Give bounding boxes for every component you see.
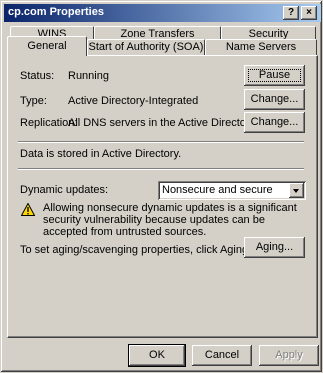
tab-soa[interactable]: Start of Authority (SOA): [87, 39, 205, 56]
close-icon: ×: [306, 7, 312, 18]
dynamic-updates-value: Nonsecure and secure: [162, 184, 273, 196]
separator: [18, 141, 304, 143]
cancel-button[interactable]: Cancel: [192, 345, 252, 366]
help-icon: ?: [287, 7, 295, 18]
ok-button-label: OK: [149, 349, 165, 361]
chevron-down-icon[interactable]: [289, 183, 304, 198]
storage-text: Data is stored in Active Directory.: [20, 148, 182, 160]
dynamic-updates-select[interactable]: Nonsecure and secure: [158, 181, 306, 200]
apply-button-label: Apply: [275, 349, 303, 361]
warning-triangle-icon: [21, 203, 35, 216]
apply-button[interactable]: Apply: [259, 345, 319, 366]
separator: [18, 168, 304, 170]
aging-button[interactable]: Aging...: [244, 237, 305, 258]
type-label: Type:: [20, 95, 47, 107]
help-button[interactable]: ?: [283, 6, 299, 20]
replication-change-button[interactable]: Change...: [244, 112, 305, 133]
status-value: Running: [68, 70, 109, 82]
aging-button-label: Aging...: [255, 241, 294, 253]
type-change-label: Change...: [250, 93, 299, 105]
pause-button[interactable]: Pause: [244, 65, 305, 86]
close-button[interactable]: ×: [301, 6, 317, 20]
type-change-button[interactable]: Change...: [244, 89, 305, 110]
type-value: Active Directory-Integrated: [68, 95, 199, 107]
window-title: cp.com Properties: [8, 6, 104, 18]
ok-button[interactable]: OK: [128, 344, 186, 367]
title-bar[interactable]: cp.com Properties ? ×: [4, 4, 321, 22]
tab-name-servers[interactable]: Name Servers: [205, 39, 317, 56]
aging-text: To set aging/scavenging properties, clic…: [20, 244, 252, 256]
replication-change-label: Change...: [250, 116, 299, 128]
status-label: Status:: [20, 70, 55, 82]
warning-text: Allowing nonsecure dynamic updates is a …: [43, 202, 297, 238]
tab-general[interactable]: General: [7, 36, 87, 56]
dynamic-updates-label: Dynamic updates:: [20, 184, 109, 196]
properties-dialog: cp.com Properties ? × WINS Zone Transfer…: [0, 0, 323, 373]
cancel-button-label: Cancel: [204, 349, 240, 361]
pause-button-label: Pause: [258, 69, 291, 81]
